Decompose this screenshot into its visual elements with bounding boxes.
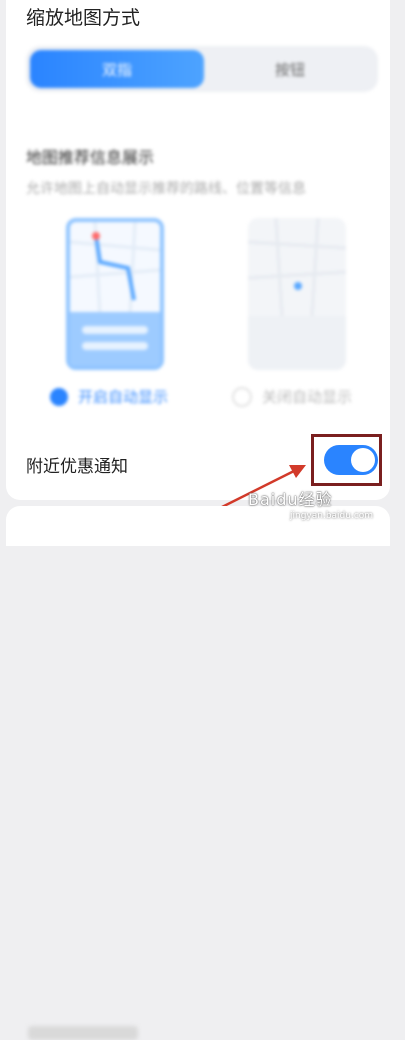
next-setting-label	[28, 1026, 138, 1040]
watermark-url: jingyan.baidu.com	[290, 511, 374, 521]
watermark: Baidu经验	[248, 490, 333, 509]
annotation-arrow-icon	[171, 465, 306, 534]
